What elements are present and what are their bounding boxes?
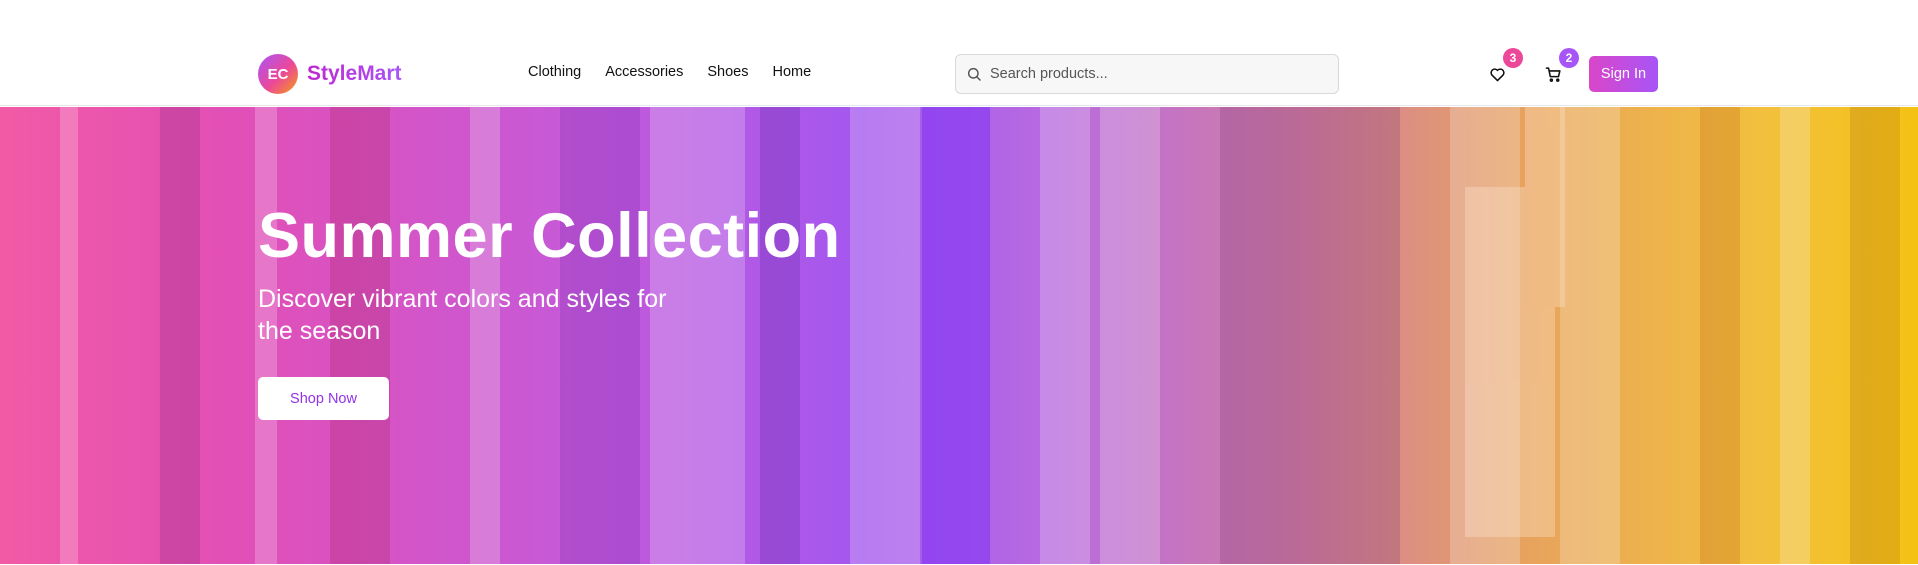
nav-item-accessories[interactable]: Accessories — [605, 64, 683, 80]
nav-item-shoes[interactable]: Shoes — [707, 64, 748, 80]
wishlist-count-badge: 3 — [1503, 48, 1523, 68]
search-box — [955, 54, 1339, 94]
brand-name: StyleMart — [307, 62, 402, 85]
hero-banner: Summer Collection Discover vibrant color… — [0, 107, 1918, 564]
heart-icon — [1489, 67, 1505, 81]
cart-button[interactable]: 2 — [1541, 48, 1579, 86]
search-icon — [967, 67, 981, 81]
search-input[interactable] — [990, 66, 1320, 82]
site-header: EC StyleMart Clothing Accessories Shoes … — [0, 0, 1918, 106]
nav-item-home[interactable]: Home — [773, 64, 812, 80]
cart-count-badge: 2 — [1559, 48, 1579, 68]
sign-in-button[interactable]: Sign In — [1589, 56, 1658, 92]
cart-icon — [1545, 66, 1561, 82]
main-nav: Clothing Accessories Shoes Home — [528, 64, 811, 80]
hero-subtitle: Discover vibrant colors and styles for t… — [258, 285, 667, 345]
logo-badge: EC — [258, 54, 298, 94]
shop-now-button[interactable]: Shop Now — [258, 377, 389, 420]
logo[interactable]: EC StyleMart — [258, 54, 402, 94]
nav-item-clothing[interactable]: Clothing — [528, 64, 581, 80]
hero-title: Summer Collection — [258, 201, 841, 271]
wishlist-button[interactable]: 3 — [1485, 48, 1523, 86]
